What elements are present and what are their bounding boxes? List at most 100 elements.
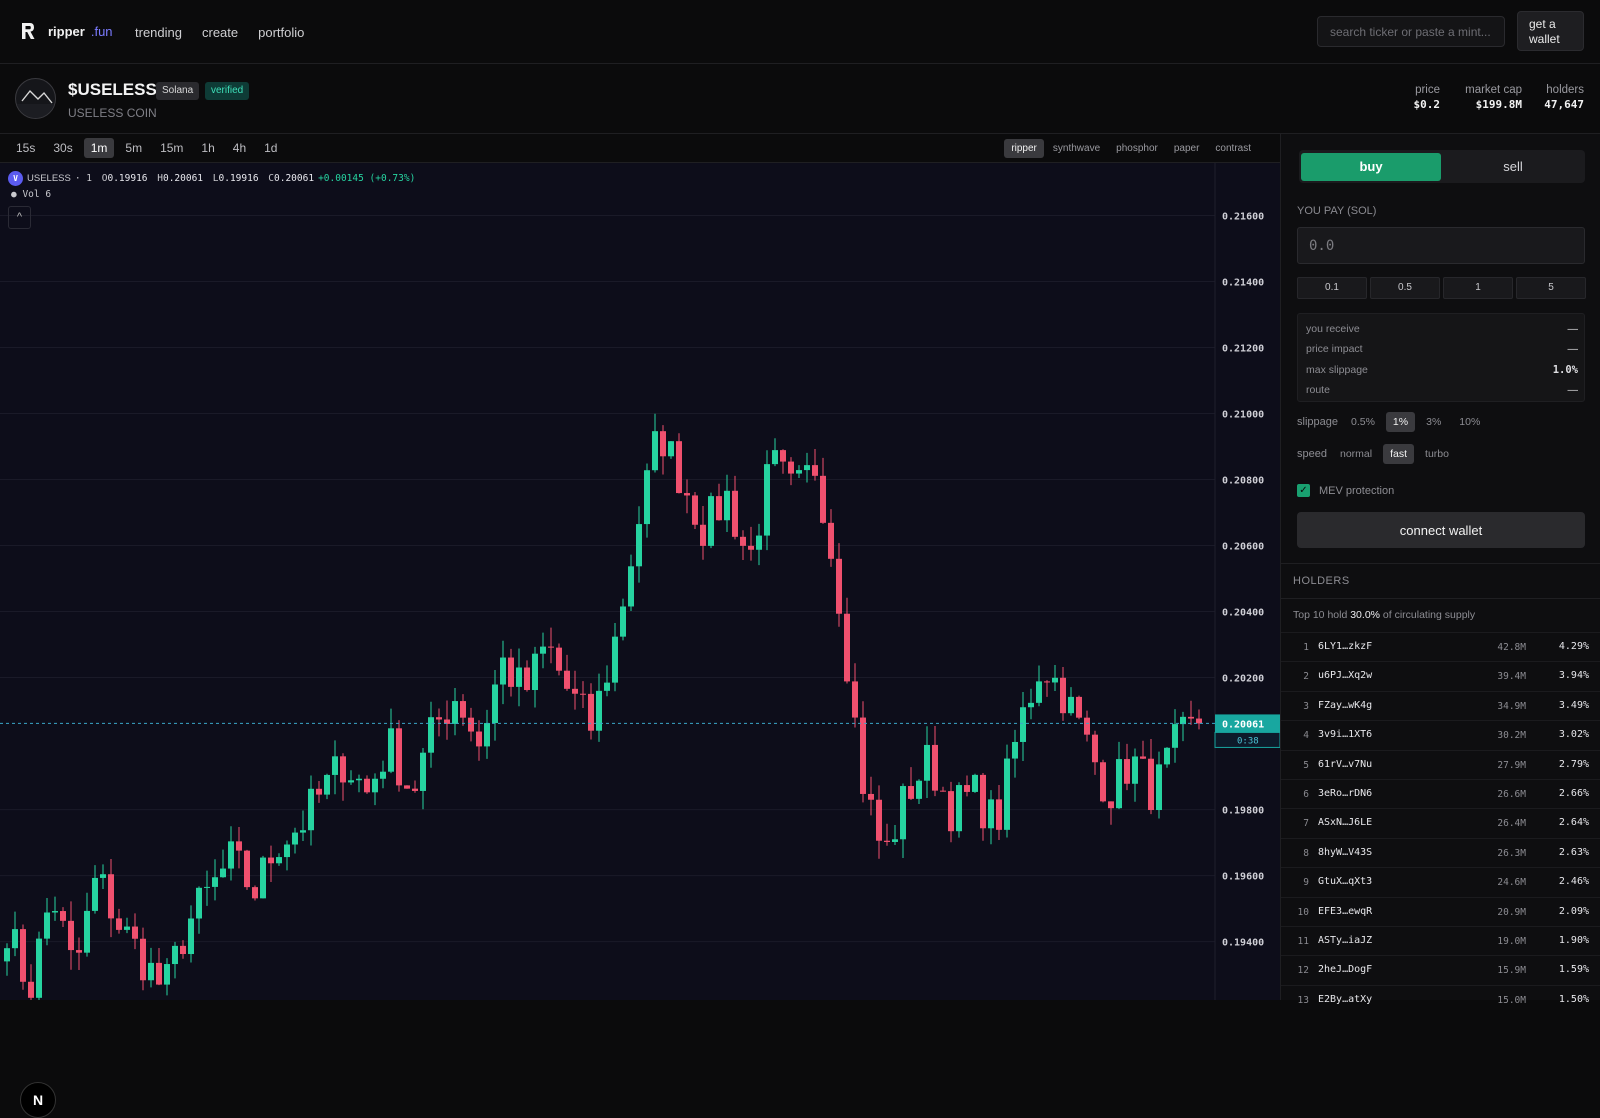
candle-up[interactable] bbox=[92, 877, 98, 911]
candle-up[interactable] bbox=[220, 868, 226, 878]
candle-up[interactable] bbox=[276, 857, 282, 864]
candle-up[interactable] bbox=[892, 839, 898, 842]
candle-down[interactable] bbox=[964, 785, 970, 792]
candle-down[interactable] bbox=[1060, 677, 1066, 714]
candle-up[interactable] bbox=[332, 756, 338, 775]
holder-row[interactable]: 5 61rV…v7Nu 27.9M 2.79% bbox=[1281, 749, 1600, 779]
candle-up[interactable] bbox=[372, 778, 378, 793]
candle-up[interactable] bbox=[4, 948, 10, 962]
interval-15m[interactable]: 15m bbox=[153, 138, 190, 158]
holder-address[interactable]: ASTy…iaJZ bbox=[1318, 935, 1372, 946]
holder-row[interactable]: 12 2heJ…DogF 15.9M 1.59% bbox=[1281, 955, 1600, 984]
candle-up[interactable] bbox=[324, 774, 330, 795]
candle-up[interactable] bbox=[164, 964, 170, 985]
candle-down[interactable] bbox=[548, 646, 554, 648]
candle-up[interactable] bbox=[308, 788, 314, 831]
candle-up[interactable] bbox=[1028, 702, 1034, 708]
holder-row[interactable]: 7 ASxN…J6LE 26.4M 2.64% bbox=[1281, 808, 1600, 837]
interval-15s[interactable]: 15s bbox=[9, 138, 42, 158]
candle-down[interactable] bbox=[700, 524, 706, 546]
nav-link-portfolio[interactable]: portfolio bbox=[258, 25, 304, 40]
candle-down[interactable] bbox=[236, 841, 242, 851]
candle-up[interactable] bbox=[972, 774, 978, 792]
candle-up[interactable] bbox=[604, 682, 610, 691]
candle-up[interactable] bbox=[620, 606, 626, 637]
candle-down[interactable] bbox=[460, 701, 466, 718]
holder-address[interactable]: 2heJ…DogF bbox=[1318, 964, 1372, 975]
candle-down[interactable] bbox=[748, 545, 754, 550]
candle-down[interactable] bbox=[820, 475, 826, 523]
candle-down[interactable] bbox=[556, 647, 562, 671]
quick-amount-0-5[interactable]: 0.5 bbox=[1370, 277, 1440, 299]
candle-up[interactable] bbox=[124, 926, 130, 930]
candle-down[interactable] bbox=[860, 717, 866, 794]
candle-up[interactable] bbox=[228, 841, 234, 869]
candle-up[interactable] bbox=[764, 464, 770, 536]
candle-down[interactable] bbox=[868, 793, 874, 800]
interval-5m[interactable]: 5m bbox=[118, 138, 149, 158]
candle-down[interactable] bbox=[268, 857, 274, 864]
candle-up[interactable] bbox=[612, 636, 618, 683]
candle-down[interactable] bbox=[884, 840, 890, 842]
candle-down[interactable] bbox=[340, 756, 346, 783]
ripper-logo-icon[interactable] bbox=[20, 22, 36, 40]
slippage-3[interactable]: 3% bbox=[1419, 412, 1448, 432]
candle-down[interactable] bbox=[1044, 681, 1050, 683]
candle-up[interactable] bbox=[956, 785, 962, 832]
candle-up[interactable] bbox=[380, 771, 386, 779]
sell-tab[interactable]: sell bbox=[1443, 153, 1583, 181]
candle-down[interactable] bbox=[740, 536, 746, 546]
candle-up[interactable] bbox=[1036, 681, 1042, 703]
candle-up[interactable] bbox=[596, 690, 602, 731]
candle-up[interactable] bbox=[196, 887, 202, 919]
candle-down[interactable] bbox=[180, 945, 186, 955]
candle-down[interactable] bbox=[1076, 696, 1082, 718]
candle-down[interactable] bbox=[28, 981, 34, 998]
slippage-1[interactable]: 1% bbox=[1385, 412, 1416, 432]
candle-up[interactable] bbox=[100, 874, 106, 878]
holder-row[interactable]: 8 8hyW…V43S 26.3M 2.63% bbox=[1281, 837, 1600, 867]
candle-down[interactable] bbox=[20, 929, 26, 982]
candle-down[interactable] bbox=[572, 688, 578, 694]
candle-down[interactable] bbox=[244, 850, 250, 888]
interval-4h[interactable]: 4h bbox=[226, 138, 253, 158]
candle-down[interactable] bbox=[1196, 718, 1202, 724]
candle-down[interactable] bbox=[588, 693, 594, 731]
candle-up[interactable] bbox=[900, 786, 906, 840]
candle-down[interactable] bbox=[996, 799, 1002, 830]
candle-up[interactable] bbox=[492, 684, 498, 724]
candle-up[interactable] bbox=[516, 667, 522, 687]
candle-down[interactable] bbox=[316, 788, 322, 795]
candle-up[interactable] bbox=[988, 799, 994, 829]
candle-up[interactable] bbox=[628, 566, 634, 607]
candle-up[interactable] bbox=[52, 911, 58, 913]
candle-down[interactable] bbox=[564, 670, 570, 689]
theme-synthwave[interactable]: synthwave bbox=[1046, 139, 1107, 158]
speed-turbo[interactable]: turbo bbox=[1418, 444, 1456, 464]
candle-down[interactable] bbox=[108, 874, 114, 919]
candle-down[interactable] bbox=[404, 785, 410, 789]
candle-up[interactable] bbox=[44, 912, 50, 939]
candle-down[interactable] bbox=[876, 799, 882, 841]
holder-row[interactable]: 1 6LY1…zkzF 42.8M 4.29% bbox=[1281, 632, 1600, 661]
candle-up[interactable] bbox=[388, 728, 394, 772]
pay-amount-input[interactable] bbox=[1297, 227, 1585, 264]
candle-down[interactable] bbox=[684, 493, 690, 496]
brand-name[interactable]: ripper .fun bbox=[48, 24, 113, 39]
candle-up[interactable] bbox=[36, 938, 42, 998]
holder-address[interactable]: ASxN…J6LE bbox=[1318, 817, 1372, 828]
candle-down[interactable] bbox=[364, 778, 370, 793]
candle-up[interactable] bbox=[428, 717, 434, 753]
candle-up[interactable] bbox=[452, 701, 458, 724]
holder-row[interactable]: 2 u6PJ…Xq2w 39.4M 3.94% bbox=[1281, 661, 1600, 690]
candle-up[interactable] bbox=[636, 524, 642, 567]
buy-tab[interactable]: buy bbox=[1301, 153, 1441, 181]
candle-down[interactable] bbox=[852, 681, 858, 718]
candle-down[interactable] bbox=[732, 490, 738, 537]
candle-down[interactable] bbox=[788, 461, 794, 474]
candle-down[interactable] bbox=[508, 657, 514, 687]
holder-address[interactable]: u6PJ…Xq2w bbox=[1318, 670, 1372, 681]
candle-down[interactable] bbox=[436, 717, 442, 720]
holder-row[interactable]: 11 ASTy…iaJZ 19.0M 1.90% bbox=[1281, 925, 1600, 955]
candle-up[interactable] bbox=[420, 752, 426, 791]
